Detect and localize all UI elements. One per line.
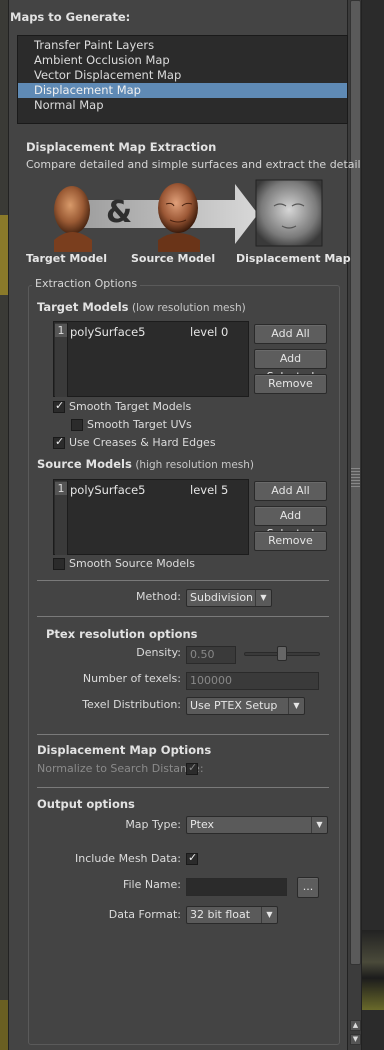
target-remove-button[interactable]: Remove <box>254 374 327 394</box>
ampersand-symbol: & <box>106 195 133 230</box>
target-add-selected-button[interactable]: Add Selected <box>254 349 327 383</box>
check-icon: ✓ <box>188 851 198 864</box>
normalize-label: Normalize to Search Distance: <box>37 762 204 775</box>
normalize-checkbox[interactable]: ✓ <box>186 761 198 775</box>
method-value: Subdivision <box>190 591 254 604</box>
extraction-options-label: Extraction Options <box>32 277 141 290</box>
target-models-heading: Target Models (low resolution mesh) <box>37 300 246 314</box>
divider <box>37 734 329 735</box>
displacement-map-label: Displacement Map <box>236 252 351 265</box>
row-index: 1 <box>55 324 67 337</box>
row-index: 1 <box>55 482 67 495</box>
target-models-subtitle: (low resolution mesh) <box>132 302 246 314</box>
maps-list[interactable]: Transfer Paint Layers Ambient Occlusion … <box>17 35 348 124</box>
check-icon: ✓ <box>55 435 65 448</box>
check-icon: ✓ <box>188 761 198 774</box>
include-mesh-checkbox[interactable]: ✓ <box>186 851 198 865</box>
extraction-options-group <box>28 285 340 1045</box>
chevron-down-icon: ▼ <box>255 590 271 606</box>
source-models-heading: Source Models (high resolution mesh) <box>37 457 254 471</box>
use-creases-checkbox[interactable]: ✓ <box>53 435 65 449</box>
maps-to-generate-header: Maps to Generate: <box>10 10 131 24</box>
chevron-down-icon: ▼ <box>288 698 304 714</box>
displacement-options-title: Displacement Map Options <box>37 743 212 757</box>
target-model-icon <box>54 186 92 252</box>
scroll-up-button[interactable]: ▲ <box>350 1020 361 1031</box>
target-models-list[interactable]: 1 polySurface5 level 0 <box>53 321 249 397</box>
source-add-all-button[interactable]: Add All <box>254 481 327 501</box>
smooth-target-uvs-checkbox[interactable] <box>71 419 83 431</box>
texel-distribution-value: Use PTEX Setup <box>190 699 278 712</box>
target-model-label: Target Model <box>26 252 107 265</box>
source-remove-button[interactable]: Remove <box>254 531 327 551</box>
output-options-title: Output options <box>37 797 135 811</box>
map-type-value: Ptex <box>190 818 215 831</box>
target-mesh-level: level 0 <box>190 325 229 339</box>
smooth-target-models-checkbox[interactable]: ✓ <box>53 399 65 413</box>
target-mesh-name[interactable]: polySurface5 <box>70 325 145 339</box>
method-dropdown[interactable]: Subdivision ▼ <box>186 589 272 607</box>
density-slider-handle[interactable] <box>277 646 287 661</box>
data-format-label: Data Format: <box>108 908 181 921</box>
panel-resize-grip[interactable] <box>351 468 360 488</box>
displacement-map-icon <box>255 179 323 247</box>
extraction-description: Compare detailed and simple surfaces and… <box>26 158 361 171</box>
list-item-vector-displacement-map[interactable]: Vector Displacement Map <box>18 68 347 83</box>
target-add-all-button[interactable]: Add All <box>254 324 327 344</box>
data-format-dropdown[interactable]: 32 bit float ▼ <box>186 906 278 924</box>
smooth-source-models-checkbox[interactable] <box>53 558 65 570</box>
chevron-down-icon: ▼ <box>311 817 327 833</box>
texel-distribution-dropdown[interactable]: Use PTEX Setup ▼ <box>186 697 305 715</box>
texels-label: Number of texels: <box>82 672 181 685</box>
density-label: Density: <box>136 646 181 659</box>
extraction-illustration <box>54 179 323 252</box>
scroll-down-button[interactable]: ▼ <box>350 1034 361 1045</box>
divider <box>37 616 329 617</box>
check-icon: ✓ <box>55 399 65 412</box>
list-item-displacement-map[interactable]: Displacement Map <box>18 83 347 98</box>
list-item-ambient-occlusion-map[interactable]: Ambient Occlusion Map <box>18 53 347 68</box>
viewport-edge-left <box>0 0 8 1050</box>
density-field[interactable]: 0.50 <box>186 646 236 664</box>
include-mesh-label: Include Mesh Data: <box>75 852 181 865</box>
texels-field[interactable]: 100000 <box>186 672 319 690</box>
viewport-thumbnail <box>362 930 384 1010</box>
viewport-edge-right <box>362 0 384 1050</box>
data-format-value: 32 bit float <box>190 908 251 921</box>
method-label: Method: <box>136 590 181 603</box>
list-item-transfer-paint-layers[interactable]: Transfer Paint Layers <box>18 38 347 53</box>
source-models-title: Source Models <box>37 457 132 471</box>
extraction-title: Displacement Map Extraction <box>26 140 217 154</box>
target-models-title: Target Models <box>37 300 129 314</box>
texel-distribution-label: Texel Distribution: <box>82 698 181 711</box>
list-item-normal-map[interactable]: Normal Map <box>18 98 347 113</box>
browse-button[interactable]: ... <box>297 877 319 898</box>
source-model-label: Source Model <box>131 252 216 265</box>
source-model-icon <box>158 183 200 252</box>
source-models-subtitle: (high resolution mesh) <box>135 459 255 471</box>
source-mesh-level: level 5 <box>190 483 229 497</box>
smooth-source-models-label: Smooth Source Models <box>69 557 195 570</box>
source-mesh-name[interactable]: polySurface5 <box>70 483 145 497</box>
source-add-selected-button[interactable]: Add Selected <box>254 506 327 540</box>
chevron-down-icon: ▼ <box>261 907 277 923</box>
source-models-list[interactable]: 1 polySurface5 level 5 <box>53 479 249 555</box>
map-type-label: Map Type: <box>125 818 181 831</box>
file-name-input[interactable] <box>186 878 287 896</box>
map-type-dropdown[interactable]: Ptex ▼ <box>186 816 328 834</box>
ptex-options-title: Ptex resolution options <box>46 627 198 641</box>
smooth-target-models-label: Smooth Target Models <box>69 400 192 413</box>
file-name-label: File Name: <box>122 878 181 891</box>
divider <box>37 787 329 788</box>
use-creases-label: Use Creases & Hard Edges <box>69 436 216 449</box>
smooth-target-uvs-label: Smooth Target UVs <box>87 418 192 431</box>
divider <box>37 580 329 581</box>
